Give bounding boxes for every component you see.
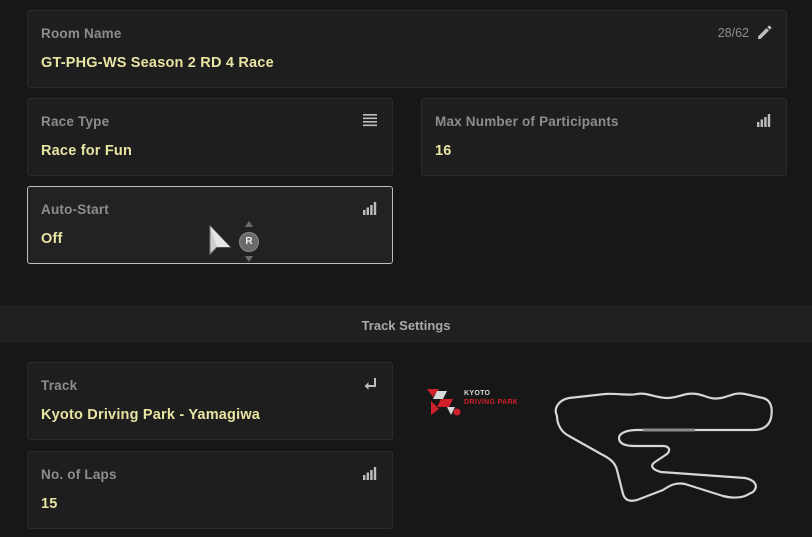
auto-start-label: Auto-Start (41, 202, 109, 217)
r-stick-adjust-hint: R (238, 219, 260, 263)
section-title: Track Settings (361, 318, 451, 333)
room-name-char-counter: 28/62 (717, 26, 749, 40)
room-name-value: GT-PHG-WS Season 2 RD 4 Race (41, 55, 274, 71)
r-button-icon: R (239, 232, 259, 252)
arrow-down-icon (245, 256, 253, 262)
track-settings-header: Track Settings (0, 306, 812, 342)
race-type-label: Race Type (41, 114, 110, 129)
track-label: Track (41, 378, 78, 393)
logo-text-driving-park: DRIVING PARK (464, 399, 519, 406)
room-name-field[interactable]: Room Name GT-PHG-WS Season 2 RD 4 Race 2… (27, 10, 787, 88)
logo-text-kyoto: KYOTO (464, 390, 491, 397)
pointer-cursor-icon (208, 224, 234, 258)
laps-label: No. of Laps (41, 467, 117, 482)
signal-bars-icon (755, 111, 773, 129)
max-participants-value: 16 (435, 143, 452, 159)
signal-bars-icon (361, 199, 379, 217)
max-participants-label: Max Number of Participants (435, 114, 619, 129)
pencil-icon[interactable] (755, 23, 773, 41)
auto-start-value: Off (41, 231, 63, 247)
track-field[interactable]: Track Kyoto Driving Park - Yamagiwa (27, 362, 393, 440)
signal-bars-icon (361, 464, 379, 482)
kyoto-logo-mark-icon (427, 389, 461, 416)
list-icon (361, 111, 379, 129)
max-participants-field[interactable]: Max Number of Participants 16 (421, 98, 787, 176)
kyoto-driving-park-logo: KYOTO DRIVING PARK (425, 385, 525, 419)
track-value: Kyoto Driving Park - Yamagiwa (41, 407, 261, 423)
laps-value: 15 (41, 496, 58, 512)
laps-field[interactable]: No. of Laps 15 (27, 451, 393, 529)
arrow-up-icon (245, 221, 253, 227)
race-type-value: Race for Fun (41, 143, 133, 159)
race-type-field[interactable]: Race Type Race for Fun (27, 98, 393, 176)
room-name-label: Room Name (41, 26, 122, 41)
enter-return-icon (361, 375, 379, 393)
track-layout-map (545, 388, 777, 506)
